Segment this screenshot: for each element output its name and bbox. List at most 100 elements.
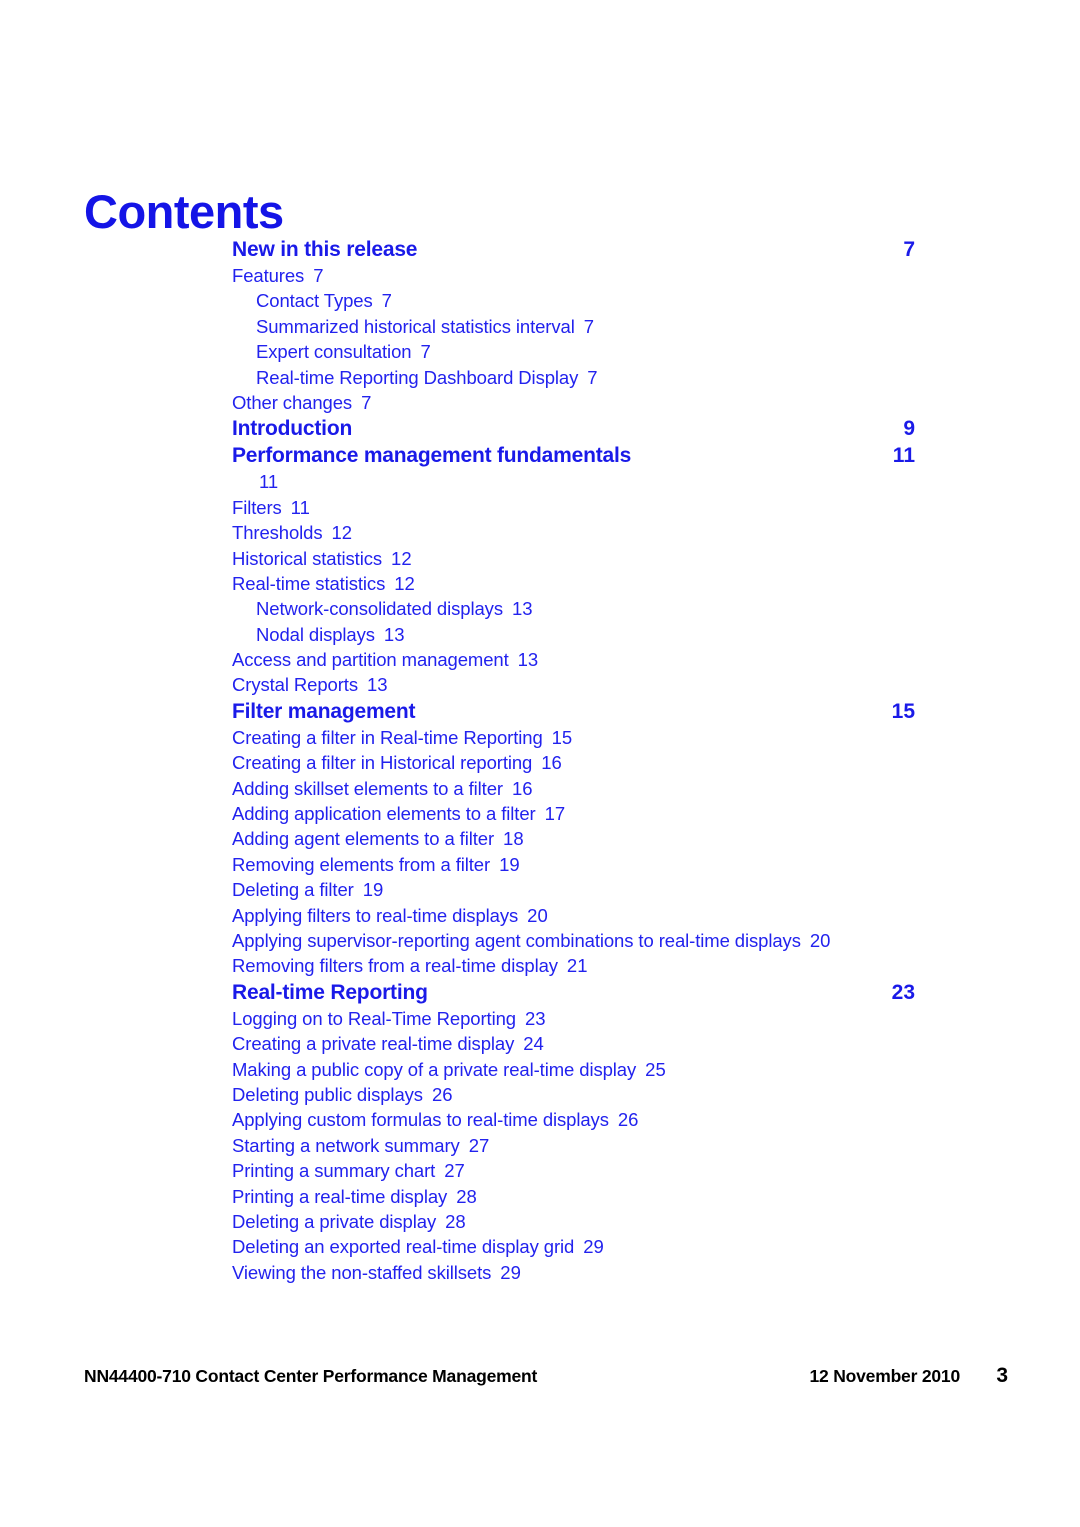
toc-page-number: 13 [383, 623, 405, 645]
toc-entry-label: Other changes [232, 391, 353, 413]
toc-page-number: 7 [361, 391, 372, 413]
toc-page-number: 26 [431, 1083, 453, 1105]
toc-entry-label: Viewing the non-staffed skillsets [232, 1261, 492, 1283]
toc-entry-label: Applying filters to real-time displays [232, 904, 519, 926]
toc-entry-row[interactable]: Expert consultation 7 [232, 339, 915, 364]
toc-page-number: 19 [362, 879, 384, 901]
footer-date: 12 November 2010 [809, 1366, 960, 1386]
toc-entry-row[interactable]: Access and partition management 13 [232, 647, 915, 672]
toc-heading-row[interactable]: Real-time Reporting 23 [232, 979, 915, 1006]
toc-entry-row[interactable]: Crystal Reports 13 [232, 672, 915, 697]
table-of-contents: New in this release 7 Features 7 Contact Typ… [232, 236, 915, 1285]
page-footer: NN44400-710 Contact Center Performance M… [84, 1364, 1008, 1392]
toc-entry-row[interactable]: Real-time Reporting Dashboard Display 7 [232, 365, 915, 390]
toc-page-number: 20 [809, 929, 831, 951]
toc-heading-row[interactable]: Introduction 9 [232, 415, 915, 442]
toc-entry-row[interactable]: Adding application elements to a filter 1… [232, 801, 915, 826]
toc-heading-row[interactable]: New in this release 7 [232, 236, 915, 263]
toc-page-number: 7 [381, 290, 392, 312]
toc-heading-row[interactable]: Performance management fundamentals 11 [232, 442, 915, 469]
toc-entry-row[interactable]: Features 7 [232, 263, 915, 288]
toc-entry-row[interactable]: Viewing the non-staffed skillsets 29 [232, 1260, 915, 1285]
toc-page-number: 21 [566, 955, 588, 977]
toc-entry-label: Adding agent elements to a filter [232, 828, 495, 850]
toc-page-number: 27 [444, 1160, 465, 1182]
toc-entry-row[interactable]: Printing a real-time display 28 [232, 1184, 915, 1209]
toc-entry-row[interactable]: Applying filters to real-time displays 20 [232, 903, 915, 928]
toc-page-number: 24 [523, 1033, 544, 1055]
toc-heading-row[interactable]: Filter management 15 [232, 698, 915, 725]
toc-page-number: 17 [544, 803, 566, 825]
toc-entry-label: Expert consultation [256, 341, 412, 363]
toc-page-number: 7 [903, 238, 915, 261]
toc-heading-label: New in this release [232, 238, 418, 261]
toc-page-number: 7 [587, 366, 598, 388]
toc-entry-row[interactable]: Applying supervisor-reporting agent comb… [232, 928, 915, 953]
toc-entry-row[interactable]: Creating a filter in Historical reportin… [232, 750, 915, 775]
toc-entry-row[interactable]: Starting a network summary 27 [232, 1133, 915, 1158]
toc-page-number: 23 [891, 980, 915, 1004]
toc-entry-row[interactable]: Deleting an exported real-time display g… [232, 1234, 915, 1259]
toc-entry-row[interactable]: Printing a summary chart 27 [232, 1158, 915, 1183]
toc-entry-label: Real-time statistics [232, 572, 386, 594]
toc-heading-label: Introduction [232, 417, 353, 441]
toc-entry-row[interactable]: Deleting public displays 26 [232, 1082, 915, 1107]
toc-entry-row[interactable]: Filters 11 [232, 495, 915, 520]
footer-page-number: 3 [996, 1364, 1008, 1387]
toc-entry-label: Historical statistics [232, 547, 383, 569]
toc-entry-row[interactable]: Nodal displays 13 [232, 622, 915, 647]
toc-entry-row[interactable]: Creating a private real-time display 24 [232, 1031, 915, 1056]
toc-entry-row[interactable]: Network-consolidated displays 13 [232, 596, 915, 621]
toc-entry-row[interactable]: Creating a filter in Real-time Reporting… [232, 725, 915, 750]
toc-entry-row[interactable]: Other changes 7 [232, 390, 915, 415]
toc-entry-label: Creating a filter in Historical reportin… [232, 752, 533, 774]
toc-entry-label: Adding application elements to a filter [232, 803, 536, 825]
toc-page-number: 20 [527, 904, 548, 926]
toc-page-number: 11 [290, 496, 310, 518]
toc-entry-row[interactable]: Making a public copy of a private real-t… [232, 1057, 915, 1082]
toc-entry-label: Removing filters from a real-time displa… [232, 955, 558, 977]
toc-entry-label: Adding skillset elements to a filter [232, 777, 503, 799]
toc-entry-row[interactable]: Removing filters from a real-time displa… [232, 953, 915, 978]
toc-page-number: 13 [517, 649, 539, 671]
toc-entry-row[interactable]: Real-time statistics 12 [232, 571, 915, 596]
toc-page-number: 12 [331, 522, 353, 544]
toc-entry-row[interactable]: Thresholds 12 [232, 520, 915, 545]
toc-entry-label: Features [232, 265, 305, 286]
toc-entry-row[interactable]: Logging on to Real-Time Reporting 23 [232, 1006, 915, 1031]
toc-heading-label: Real-time Reporting [232, 980, 428, 1004]
toc-page-number: 13 [366, 674, 388, 696]
toc-entry-label: Deleting an exported real-time display g… [232, 1236, 575, 1258]
toc-entry-row[interactable]: Applying custom formulas to real-time di… [232, 1107, 915, 1132]
toc-entry-label: Printing a summary chart [232, 1160, 436, 1182]
toc-page-number: 7 [313, 265, 324, 286]
toc-entry-row[interactable]: Deleting a filter 19 [232, 877, 915, 902]
toc-entry-label: Deleting public displays [232, 1083, 423, 1105]
toc-page-number: 12 [391, 547, 412, 569]
toc-entry-label: Creating a filter in Real-time Reporting [232, 726, 543, 748]
toc-entry-label: Filters [232, 496, 282, 518]
toc-page-number: 29 [500, 1261, 521, 1283]
toc-entry-label: Access and partition management [232, 649, 509, 671]
toc-entry-label: Removing elements from a filter [232, 853, 491, 875]
toc-entry-label: Network-consolidated displays [256, 598, 503, 620]
toc-entry-row[interactable]: Adding skillset elements to a filter 16 [232, 776, 915, 801]
toc-page-number: 9 [903, 417, 915, 441]
toc-entry-label: Contact Types [256, 290, 373, 312]
page-title: Contents [84, 185, 284, 239]
toc-entry-row[interactable]: Contact Types 7 [232, 288, 915, 313]
toc-page-number: 29 [583, 1236, 604, 1258]
toc-page-number: 16 [541, 752, 562, 774]
toc-entry-row[interactable]: Deleting a private display 28 [232, 1209, 915, 1234]
toc-heading-label: Filter management [232, 699, 416, 723]
toc-entry-row[interactable]: Historical statistics 12 [232, 546, 915, 571]
toc-entry-row[interactable]: Adding agent elements to a filter 18 [232, 826, 915, 851]
toc-entry-row[interactable]: Removing elements from a filter 19 [232, 852, 915, 877]
toc-entry-label: Creating a private real-time display [232, 1033, 515, 1055]
toc-entry-label: Real-time Reporting Dashboard Display [256, 366, 579, 388]
toc-entry-label: Deleting a filter [232, 879, 354, 901]
toc-entry-label: Summarized historical statistics interva… [256, 315, 575, 337]
toc-entry-row[interactable]: Summarized historical statistics interva… [232, 314, 915, 339]
toc-page-number: 7 [420, 341, 431, 363]
toc-entry-row[interactable]: 11 [232, 469, 915, 494]
